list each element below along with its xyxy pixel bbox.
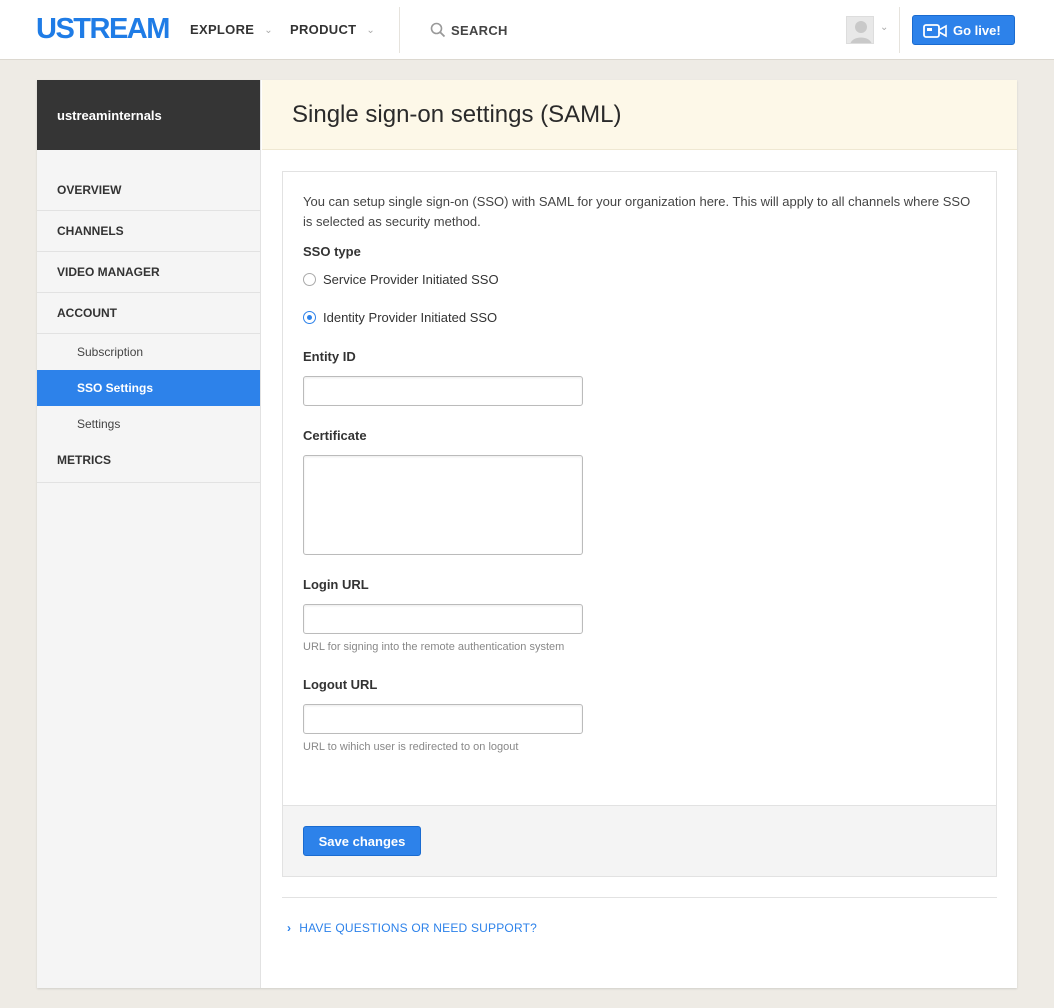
certificate-label: Certificate (303, 428, 367, 443)
save-changes-button[interactable]: Save changes (303, 826, 421, 856)
radio-identity-provider-label: Identity Provider Initiated SSO (323, 310, 498, 325)
account-name: ustreaminternals (37, 80, 260, 150)
nav-product[interactable]: PRODUCT ⌄ (290, 22, 375, 37)
logout-url-input[interactable] (303, 704, 583, 734)
camera-icon (923, 24, 947, 38)
sso-form: You can setup single sign-on (SSO) with … (282, 171, 997, 877)
search-icon (430, 22, 446, 38)
nav-explore-label: EXPLORE (190, 22, 255, 37)
settings-card: ustreaminternals OVERVIEW CHANNELS VIDEO… (37, 80, 1017, 988)
top-navigation-bar: USTREAM EXPLORE ⌄ PRODUCT ⌄ SEARCH ⌄ Go li… (0, 0, 1054, 60)
sidebar-item-account[interactable]: ACCOUNT (37, 293, 260, 334)
certificate-textarea[interactable] (303, 455, 583, 555)
login-url-help: URL for signing into the remote authenti… (303, 641, 565, 653)
divider (282, 897, 997, 898)
sidebar-item-metrics[interactable]: METRICS (37, 442, 260, 483)
sidebar: ustreaminternals OVERVIEW CHANNELS VIDEO… (37, 80, 261, 988)
nav-product-label: PRODUCT (290, 22, 357, 37)
radio-service-provider[interactable]: Service Provider Initiated SSO (303, 272, 499, 287)
entity-id-input[interactable] (303, 376, 583, 406)
chevron-down-icon[interactable]: ⌄ (880, 22, 888, 33)
sidebar-item-channels[interactable]: CHANNELS (37, 211, 260, 252)
chevron-down-icon: ⌄ (264, 25, 273, 36)
form-footer: Save changes (283, 805, 996, 876)
user-silhouette-icon (850, 21, 872, 43)
entity-id-label: Entity ID (303, 349, 356, 364)
radio-identity-provider[interactable]: Identity Provider Initiated SSO (303, 310, 497, 325)
sidebar-item-video-manager[interactable]: VIDEO MANAGER (37, 252, 260, 293)
radio-checked-icon[interactable] (303, 311, 316, 324)
chevron-right-icon: › (287, 921, 292, 935)
sidebar-item-sso-settings[interactable]: SSO Settings (37, 370, 260, 406)
search-label: SEARCH (451, 23, 508, 38)
go-live-button[interactable]: Go live! (912, 15, 1015, 45)
sidebar-item-settings[interactable]: Settings (37, 406, 260, 442)
logout-url-label: Logout URL (303, 677, 378, 692)
login-url-label: Login URL (303, 577, 369, 592)
nav-explore[interactable]: EXPLORE ⌄ (190, 22, 273, 37)
sidebar-menu: OVERVIEW CHANNELS VIDEO MANAGER ACCOUNT … (37, 170, 260, 483)
go-live-label: Go live! (953, 23, 1001, 38)
chevron-down-icon: ⌄ (366, 25, 376, 36)
nav-divider (899, 7, 900, 53)
radio-unchecked-icon[interactable] (303, 273, 316, 286)
sidebar-item-overview[interactable]: OVERVIEW (37, 170, 260, 211)
ustream-logo[interactable]: USTREAM (36, 14, 170, 44)
support-link[interactable]: › HAVE QUESTIONS OR NEED SUPPORT? (287, 921, 537, 935)
page-title: Single sign-on settings (SAML) (292, 101, 622, 128)
page-header: Single sign-on settings (SAML) (262, 80, 1017, 150)
intro-text: You can setup single sign-on (SSO) with … (303, 194, 971, 229)
search-button[interactable]: SEARCH (430, 22, 508, 38)
logout-url-help: URL to wihich user is redirected to on l… (303, 741, 519, 753)
user-avatar[interactable] (846, 16, 874, 44)
login-url-input[interactable] (303, 604, 583, 634)
radio-service-provider-label: Service Provider Initiated SSO (323, 272, 499, 287)
support-link-label: HAVE QUESTIONS OR NEED SUPPORT? (299, 921, 538, 935)
sidebar-item-subscription[interactable]: Subscription (37, 334, 260, 370)
nav-divider (399, 7, 400, 53)
sso-type-label: SSO type (303, 244, 361, 259)
